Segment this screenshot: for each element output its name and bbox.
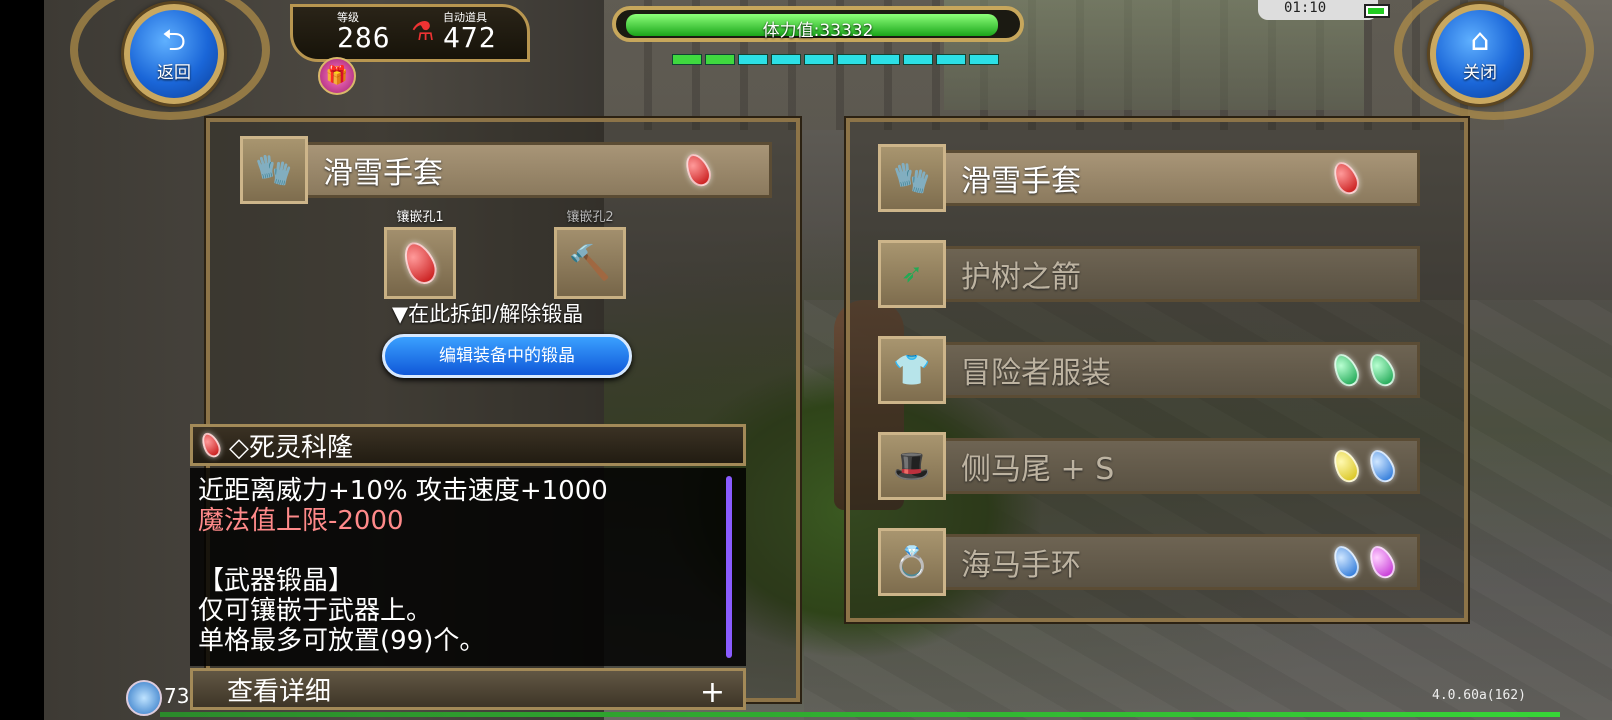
orb-icon bbox=[126, 680, 162, 716]
equipment-name-2: 护树之箭 bbox=[961, 260, 1081, 295]
mp-segment bbox=[936, 54, 966, 65]
socket-2-box: 🔨 bbox=[554, 227, 626, 299]
equipment-bar-4: 侧马尾 + S bbox=[942, 438, 1420, 494]
close-button[interactable]: ⌂ 关闭 bbox=[1430, 4, 1530, 104]
selected-equipment-bar: 滑雪手套 bbox=[304, 142, 772, 198]
back-button[interactable]: ⮌ 返回 bbox=[124, 4, 224, 104]
blue-gem-icon bbox=[1328, 541, 1364, 583]
potion-icon: ⚗ bbox=[411, 17, 435, 47]
red-gem-icon bbox=[680, 149, 716, 191]
close-label: 关闭 bbox=[1463, 62, 1497, 83]
mp-segment bbox=[672, 54, 702, 65]
ring-icon: 💍 bbox=[878, 528, 946, 596]
socket-1[interactable]: 镶嵌孔1 bbox=[384, 206, 456, 299]
auto-item-stat: 自动道具 472 bbox=[443, 9, 497, 54]
clock-text: 01:10 bbox=[1284, 0, 1327, 16]
red-gem-icon bbox=[1328, 157, 1364, 199]
hammer-icon: 🔨 bbox=[568, 243, 612, 283]
mp-segments bbox=[672, 54, 999, 65]
equipment-name-4: 侧马尾 + S bbox=[961, 452, 1115, 487]
yellow-gem-icon bbox=[1328, 445, 1364, 487]
description-scrollbar[interactable] bbox=[726, 476, 732, 658]
equipment-slot-5[interactable]: 💍 海马手环 bbox=[878, 528, 1420, 596]
return-arrow-icon: ⮌ bbox=[161, 22, 187, 58]
plus-icon: + bbox=[699, 675, 725, 710]
socket-1-box bbox=[384, 227, 456, 299]
red-gem-icon bbox=[398, 237, 442, 289]
hp-bar: 体力值:33332 bbox=[612, 6, 1024, 68]
equipment-bar-5: 海马手环 bbox=[942, 534, 1420, 590]
socket-2-caption: 镶嵌孔2 bbox=[566, 210, 614, 225]
selected-equipment-name: 滑雪手套 bbox=[323, 156, 443, 191]
exp-bar bbox=[160, 712, 1560, 717]
hat-icon: 🎩 bbox=[878, 432, 946, 500]
bottom-number: 73 bbox=[164, 684, 190, 708]
crystal-title-bar: ◇死灵科隆 bbox=[190, 424, 746, 466]
auto-item-value: 472 bbox=[443, 21, 497, 54]
desc-line: 单格最多可放置(99)个。 bbox=[198, 626, 486, 656]
glove-icon: 🧤 bbox=[240, 136, 308, 204]
back-label: 返回 bbox=[157, 62, 191, 83]
equipment-bar-3: 冒险者服装 bbox=[942, 342, 1420, 398]
level-value: 286 bbox=[337, 21, 391, 54]
mp-segment bbox=[837, 54, 867, 65]
stats-box: 等级 286 自动道具 472 ⚗ bbox=[290, 4, 530, 62]
mp-segment bbox=[903, 54, 933, 65]
green-gem-icon bbox=[1328, 349, 1364, 391]
pink-gem-icon bbox=[1364, 541, 1400, 583]
mp-segment bbox=[870, 54, 900, 65]
mp-segment bbox=[969, 54, 999, 65]
equipment-name-5: 海马手环 bbox=[961, 548, 1081, 583]
version-label: 4.0.60a(162) bbox=[1432, 688, 1526, 703]
edit-crystal-button[interactable]: 编辑装备中的锻晶 bbox=[382, 334, 632, 378]
mp-segment bbox=[738, 54, 768, 65]
hp-frame: 体力值:33332 bbox=[612, 6, 1024, 42]
equipment-slot-4[interactable]: 🎩 侧马尾 + S bbox=[878, 432, 1420, 500]
desc-line: 【武器锻晶】 bbox=[198, 566, 355, 596]
crystal-title: ◇死灵科隆 bbox=[229, 432, 353, 463]
desc-line-negative: 魔法值上限-2000 bbox=[198, 506, 404, 536]
desc-line: 近距离威力+10% 攻击速度+1000 bbox=[198, 476, 608, 506]
view-details-button[interactable]: 查看详细 + bbox=[190, 668, 746, 710]
blue-gem-icon bbox=[1364, 445, 1400, 487]
arrow-icon: ➶ bbox=[878, 240, 946, 308]
glove-icon: 🧤 bbox=[878, 144, 946, 212]
equipment-name-1: 滑雪手套 bbox=[961, 164, 1081, 199]
equipment-slot-1[interactable]: 🧤 滑雪手套 bbox=[878, 144, 1420, 212]
mp-segment bbox=[804, 54, 834, 65]
view-details-label: 查看详细 bbox=[227, 676, 332, 707]
socket-2[interactable]: 镶嵌孔2 🔨 bbox=[554, 206, 626, 299]
hp-text: 体力值:33332 bbox=[762, 21, 874, 41]
mp-segment bbox=[705, 54, 735, 65]
clock: 01:10 bbox=[1258, 0, 1378, 20]
equipment-slot-2[interactable]: ➶ 护树之箭 bbox=[878, 240, 1420, 308]
gift-icon[interactable]: 🎁 bbox=[318, 57, 356, 95]
desc-line bbox=[198, 536, 746, 566]
armor-icon: 👕 bbox=[878, 336, 946, 404]
equipment-bar-1: 滑雪手套 bbox=[942, 150, 1420, 206]
selected-equipment-slot[interactable]: 🧤 滑雪手套 bbox=[240, 136, 772, 204]
mp-segment bbox=[771, 54, 801, 65]
red-gem-icon bbox=[198, 429, 224, 461]
level-stat: 等级 286 bbox=[337, 9, 391, 54]
detach-hint: ▼在此拆卸/解除锻晶 bbox=[392, 302, 584, 326]
equipment-slot-3[interactable]: 👕 冒险者服装 bbox=[878, 336, 1420, 404]
equipment-name-3: 冒险者服装 bbox=[961, 356, 1111, 391]
socket-1-caption: 镶嵌孔1 bbox=[396, 210, 444, 225]
green-gem-icon bbox=[1364, 349, 1400, 391]
home-icon: ⌂ bbox=[1470, 22, 1490, 58]
battery-icon bbox=[1364, 4, 1390, 18]
desc-line: 仅可镶嵌于武器上。 bbox=[198, 596, 433, 626]
equipment-bar-2: 护树之箭 bbox=[942, 246, 1420, 302]
crystal-description[interactable]: 近距离威力+10% 攻击速度+1000 魔法值上限-2000 【武器锻晶】 仅可… bbox=[190, 468, 746, 666]
